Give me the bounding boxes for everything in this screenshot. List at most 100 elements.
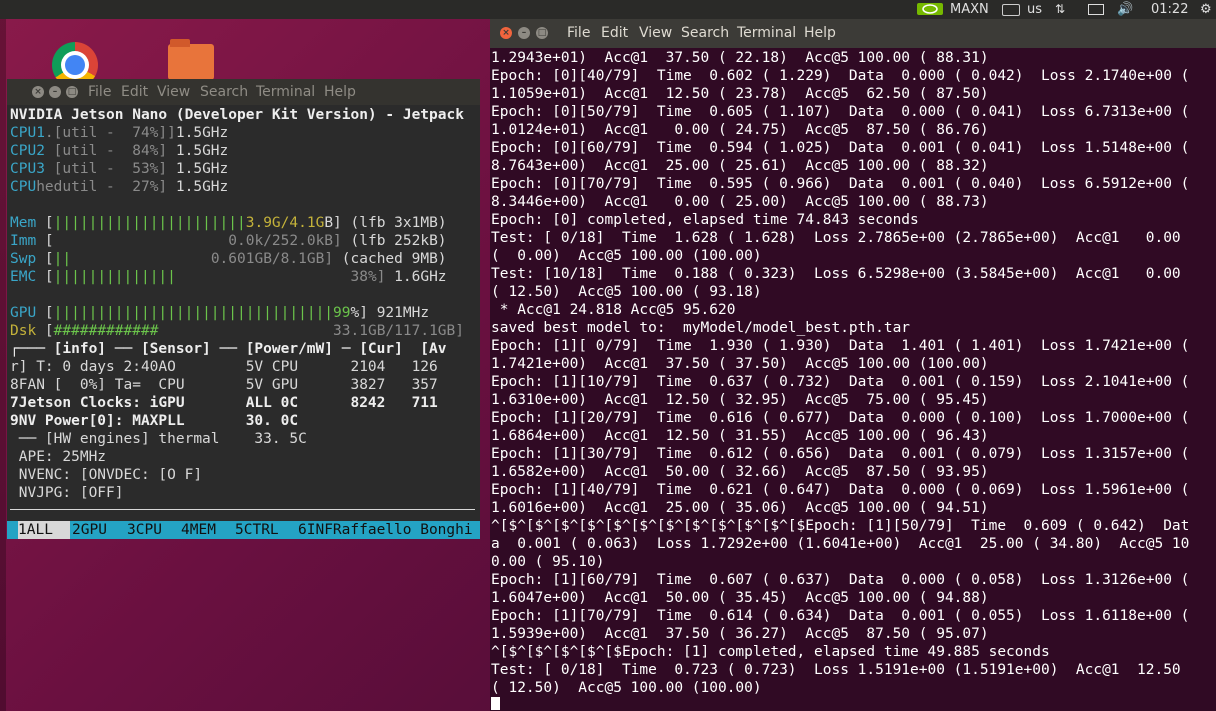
info-row: APE: 25MHz [10,449,107,465]
imm-row: Imm [ 0.0k/252.0kB] (lfb 252kB) [10,233,447,249]
terminal-line: ^[$^[$^[$^[$^[$^[$^[$^[$^[$^[$^[$^[$Epoc… [491,518,1190,534]
mem-row: Mem [||||||||||||||||||||||3.9G/4.1GB] (… [10,215,447,231]
info-header: ┌─── [info] ── [Sensor] ── [Power/mW] ─ … [10,341,447,357]
terminal-line: Test: [10/18] Time 0.188 ( 0.323) Loss 6… [491,266,1181,282]
terminal-line: saved best model to: myModel/model_best.… [491,320,911,336]
terminal-line: 1.6864e+00) Acc@1 12.50 ( 31.55) Acc@5 1… [491,428,989,444]
maximize-icon[interactable]: □ [536,27,548,39]
terminal-line: 1.5939e+00) Acc@1 37.50 ( 36.27) Acc@5 8… [491,626,989,642]
menu-edit[interactable]: Edit [121,79,148,105]
keyboard-icon[interactable] [1002,1,1020,18]
terminal-line: 1.6310e+00) Acc@1 12.50 ( 32.95) Acc@5 7… [491,392,989,408]
menu-file[interactable]: File [88,79,111,105]
terminal-line: 8.7643e+00) Acc@1 25.00 ( 25.61) Acc@5 1… [491,158,989,174]
terminal-line: Epoch: [0] completed, elapsed time 74.84… [491,212,919,228]
terminal-line: ( 12.50) Acc@5 100.00 ( 93.18) [491,284,762,300]
terminal-line: Epoch: [1][ 0/79] Time 1.930 ( 1.930) Da… [491,338,1190,354]
terminal-line: Epoch: [1][20/79] Time 0.616 ( 0.677) Da… [491,410,1190,426]
menu-terminal[interactable]: Terminal [737,19,796,48]
close-icon[interactable]: × [500,27,512,39]
terminal-line: Epoch: [1][40/79] Time 0.621 ( 0.647) Da… [491,482,1190,498]
tab-gpu[interactable]: 2GPU [72,521,107,539]
menu-edit[interactable]: Edit [601,19,628,48]
cpu-row: CPU2 [util - 84%] 1.5GHz [10,143,229,159]
dock-edge [0,19,6,711]
menu-view[interactable]: View [157,79,190,105]
terminal-line: Epoch: [0][60/79] Time 0.594 ( 1.025) Da… [491,140,1190,156]
terminal-line: Epoch: [0][40/79] Time 0.602 ( 1.229) Da… [491,68,1190,84]
jtop-window: × – □ File Edit View Search Terminal Hel… [7,79,480,539]
clock[interactable]: 01:22 [1151,1,1188,18]
terminal-line: Epoch: [0][70/79] Time 0.595 ( 0.966) Da… [491,176,1190,192]
terminal-line: ( 0.00) Acc@5 100.00 (100.00) [491,248,762,264]
gear-icon[interactable]: ⚙ [1200,1,1212,18]
gpu-row: GPU [||||||||||||||||||||||||||||||||99%… [10,305,430,321]
cpu-row: CPU1.[util - 74%]]1.5GHz [10,125,229,141]
menu-help[interactable]: Help [324,79,356,105]
cpu-row: CPU3 [util - 53%] 1.5GHz [10,161,229,177]
minimize-icon[interactable]: – [518,27,530,39]
terminal-line: Epoch: [1][30/79] Time 0.612 ( 0.656) Da… [491,446,1190,462]
terminal-line: Epoch: [1][60/79] Time 0.607 ( 0.637) Da… [491,572,1190,588]
info-row: r] T: 0 days 2:40AO 5V CPU 2104 126 [10,359,438,375]
power-mode-label[interactable]: MAXN [950,1,989,18]
minimize-icon[interactable]: – [49,86,61,98]
jtop-tabs: 1ALL 2GPU 3CPU 4MEM 5CTRL 6INFRaffaello … [7,521,480,539]
board-header: NVIDIA Jetson Nano (Developer Kit Versio… [10,107,464,123]
terminal-line: 1.7421e+00) Acc@1 37.50 ( 37.50) Acc@5 1… [491,356,989,372]
info-row: 9NV Power[0]: MAXPLL 30. 0C [10,413,299,429]
terminal-line: Test: [ 0/18] Time 0.723 ( 0.723) Loss 1… [491,662,1181,678]
menu-search[interactable]: Search [200,79,248,105]
terminal-line: 1.6016e+00) Acc@1 25.00 ( 35.06) Acc@5 1… [491,500,989,516]
folder-icon[interactable] [168,39,214,80]
terminal-line: Epoch: [1][10/79] Time 0.637 ( 0.732) Da… [491,374,1190,390]
terminal-line: a 0.001 ( 0.063) Loss 1.7292e+00 (1.6041… [491,536,1190,552]
info-row: 7Jetson Clocks: iGPU ALL 0C 8242 711 [10,395,438,411]
disk-row: Dsk [############ 33.1GB/117.1GB] [10,323,464,339]
terminal-line: 8.3446e+00) Acc@1 0.00 ( 25.00) Acc@5 10… [491,194,989,210]
terminal-line: 1.2943e+01) Acc@1 37.50 ( 22.18) Acc@5 1… [491,50,989,66]
network-icon[interactable]: ⇅ [1055,1,1065,18]
volume-icon[interactable]: 🔊 [1117,1,1133,18]
terminal-output[interactable]: 1.2943e+01) Acc@1 37.50 ( 22.18) Acc@5 1… [490,48,1216,711]
terminal-line: 1.6582e+00) Acc@1 50.00 ( 32.66) Acc@5 8… [491,464,989,480]
terminal-line: 1.6047e+00) Acc@1 50.00 ( 35.45) Acc@5 1… [491,590,989,606]
nvidia-icon[interactable] [917,1,943,18]
panel-divider [10,509,475,510]
jtop-titlebar[interactable]: × – □ File Edit View Search Terminal Hel… [7,79,480,105]
emc-row: EMC [|||||||||||||| 38%] 1.6GHz [10,269,447,285]
cpu-row: CPUhedutil - 27%] 1.5GHz [10,179,229,195]
terminal-line: 1.0124e+01) Acc@1 0.00 ( 24.75) Acc@5 87… [491,122,989,138]
terminal-window: × – □ File Edit View Search Terminal Hel… [490,19,1216,711]
menu-terminal[interactable]: Terminal [256,79,315,105]
terminal-line: 1.1059e+01) Acc@1 12.50 ( 23.78) Acc@5 6… [491,86,989,102]
info-row: 8FAN [ 0%] Ta= CPU 5V GPU 3827 357 [10,377,438,393]
terminal-line: * Acc@1 24.818 Acc@5 95.620 [491,302,736,318]
tab-mem[interactable]: 4MEM [181,521,216,539]
terminal-line: ( 12.50) Acc@5 100.00 (100.00) [491,680,762,696]
swp-row: Swp [|| 0.601GB/8.1GB] (cached 9MB) [10,251,447,267]
menu-help[interactable]: Help [804,19,836,48]
close-icon[interactable]: × [32,86,44,98]
top-panel: MAXN us ⇅ 🔊 01:22 ⚙ [0,0,1216,19]
terminal-line: 0.00 ( 95.10) [491,554,605,570]
tab-info[interactable]: 6INFRaffaello Bonghi [298,521,473,539]
jtop-content[interactable]: NVIDIA Jetson Nano (Developer Kit Versio… [7,105,480,539]
maximize-icon[interactable]: □ [66,86,78,98]
menu-file[interactable]: File [567,19,590,48]
mail-icon[interactable] [1088,1,1104,18]
menu-search[interactable]: Search [681,19,729,48]
menu-view[interactable]: View [639,19,672,48]
info-row: NVJPG: [OFF] [10,485,124,501]
terminal-line: Test: [ 0/18] Time 1.628 ( 1.628) Loss 2… [491,230,1181,246]
keyboard-layout-label[interactable]: us [1027,1,1042,18]
tab-ctrl[interactable]: 5CTRL [235,521,279,539]
tab-cpu[interactable]: 3CPU [127,521,162,539]
tab-all[interactable]: 1ALL [18,521,71,539]
terminal-line: Epoch: [1][70/79] Time 0.614 ( 0.634) Da… [491,608,1190,624]
info-row: NVENC: [ONVDEC: [O F] [10,467,203,483]
info-row: ── [HW engines] thermal 33. 5C [10,431,307,447]
terminal-line: Epoch: [0][50/79] Time 0.605 ( 1.107) Da… [491,104,1190,120]
terminal-titlebar[interactable]: × – □ File Edit View Search Terminal Hel… [490,19,1216,48]
terminal-line: ^[$^[$^[$^[$^[$Epoch: [1] completed, ela… [491,644,1050,660]
